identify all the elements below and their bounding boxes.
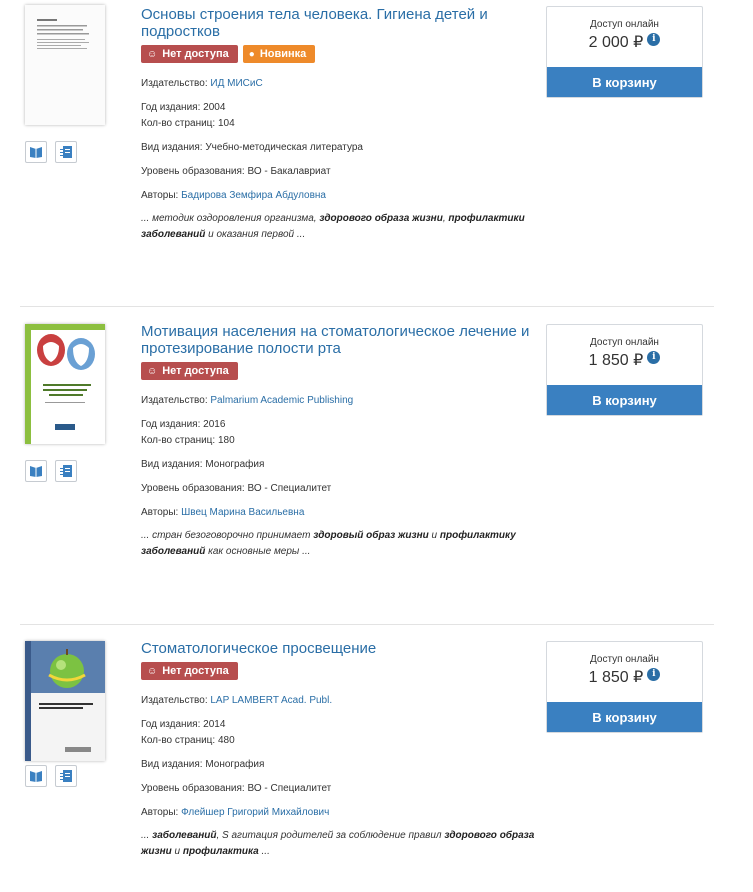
book-cover[interactable] — [25, 324, 105, 444]
price-box: Доступ онлайн 2 000 ₽ i В корзину — [546, 6, 703, 98]
publisher-link[interactable]: ИД МИСиС — [210, 78, 262, 89]
price-value: 2 000 ₽ — [588, 34, 644, 51]
publisher-link[interactable]: Palmarium Academic Publishing — [210, 395, 353, 406]
type-value: Учебно-методическая литература — [205, 142, 363, 153]
level-value: ВО - Бакалавриат — [247, 166, 331, 177]
search-snippet: ... заболеваний, S агитация родителей за… — [141, 830, 535, 857]
book-title-link[interactable]: Мотивация населения на стоматологическое… — [141, 323, 541, 357]
type-value: Монография — [205, 759, 265, 770]
price-box: Доступ онлайн 1 850 ₽ i В корзину — [546, 324, 703, 416]
no-access-label: Нет доступа — [162, 48, 229, 60]
year-label: Год издания: — [141, 102, 201, 113]
add-to-cart-button[interactable]: В корзину — [547, 385, 702, 415]
authors-label: Авторы: — [141, 807, 179, 818]
search-snippet: ... методик оздоровления организма, здор… — [141, 213, 525, 240]
authors-label: Авторы: — [141, 190, 179, 201]
publisher-label: Издательство: — [141, 395, 208, 406]
year-value: 2016 — [203, 419, 226, 430]
year-value: 2014 — [203, 719, 226, 730]
book-reader-icon — [30, 466, 42, 477]
price-label: Доступ онлайн — [590, 19, 659, 30]
pages-value: 104 — [217, 118, 235, 129]
dot-icon: ● — [248, 48, 255, 60]
new-badge: ● Новинка — [242, 45, 316, 63]
add-to-cart-button[interactable]: В корзину — [547, 67, 702, 97]
level-label: Уровень образования: — [141, 483, 245, 494]
book-reader-button[interactable] — [25, 141, 47, 163]
book-cover[interactable] — [25, 641, 105, 761]
book-list: Основы строения тела человека. Гигиена д… — [0, 0, 753, 892]
read-online-icon — [60, 770, 72, 782]
add-to-cart-button[interactable]: В корзину — [547, 702, 702, 732]
price-label: Доступ онлайн — [590, 337, 659, 348]
pages-value: 180 — [217, 435, 235, 446]
price-value: 1 850 ₽ — [588, 352, 644, 369]
price-value: 1 850 ₽ — [588, 669, 644, 686]
read-online-button[interactable] — [55, 141, 77, 163]
info-icon[interactable]: i — [647, 32, 661, 46]
divider — [20, 624, 714, 625]
no-access-badge: ☺ Нет доступа — [141, 362, 238, 380]
no-access-label: Нет доступа — [162, 365, 229, 377]
info-icon[interactable]: i — [647, 350, 661, 364]
authors-label: Авторы: — [141, 507, 179, 518]
year-label: Год издания: — [141, 719, 201, 730]
lock-icon: ☺ — [147, 48, 158, 60]
book-cover[interactable] — [25, 5, 105, 125]
book-title-link[interactable]: Основы строения тела человека. Гигиена д… — [141, 6, 541, 40]
publisher-label: Издательство: — [141, 695, 208, 706]
author-link[interactable]: Флейшер Григорий Михайлович — [181, 807, 329, 818]
publisher-label: Издательство: — [141, 78, 208, 89]
author-link[interactable]: Швец Марина Васильевна — [181, 507, 304, 518]
search-snippet: ... стран безоговорочно принимает здоров… — [141, 530, 516, 557]
no-access-badge: ☺ Нет доступа — [141, 45, 238, 63]
read-online-icon — [60, 146, 72, 158]
publisher-link[interactable]: LAP LAMBERT Acad. Publ. — [210, 695, 332, 706]
book-reader-icon — [30, 771, 42, 782]
pages-label: Кол-во страниц: — [141, 118, 216, 129]
no-access-badge: ☺ Нет доступа — [141, 662, 238, 680]
divider — [20, 306, 714, 307]
book-reader-button[interactable] — [25, 460, 47, 482]
price-label: Доступ онлайн — [590, 654, 659, 665]
read-online-icon — [60, 465, 72, 477]
book-reader-button[interactable] — [25, 765, 47, 787]
year-value: 2004 — [203, 102, 226, 113]
read-online-button[interactable] — [55, 765, 77, 787]
no-access-label: Нет доступа — [162, 665, 229, 677]
lock-icon: ☺ — [147, 665, 158, 677]
type-value: Монография — [205, 459, 265, 470]
lock-icon: ☺ — [147, 365, 158, 377]
pages-value: 480 — [217, 735, 235, 746]
book-reader-icon — [30, 147, 42, 158]
level-value: ВО - Специалитет — [247, 483, 332, 494]
new-label: Новинка — [259, 48, 307, 60]
type-label: Вид издания: — [141, 142, 203, 153]
level-label: Уровень образования: — [141, 783, 245, 794]
level-value: ВО - Специалитет — [247, 783, 332, 794]
year-label: Год издания: — [141, 419, 201, 430]
pages-label: Кол-во страниц: — [141, 735, 216, 746]
price-box: Доступ онлайн 1 850 ₽ i В корзину — [546, 641, 703, 733]
level-label: Уровень образования: — [141, 166, 245, 177]
info-icon[interactable]: i — [647, 667, 661, 681]
book-title-link[interactable]: Стоматологическое просвещение — [141, 640, 541, 657]
read-online-button[interactable] — [55, 460, 77, 482]
author-link[interactable]: Бадирова Земфира Абдуловна — [181, 190, 326, 201]
pages-label: Кол-во страниц: — [141, 435, 216, 446]
type-label: Вид издания: — [141, 459, 203, 470]
type-label: Вид издания: — [141, 759, 203, 770]
